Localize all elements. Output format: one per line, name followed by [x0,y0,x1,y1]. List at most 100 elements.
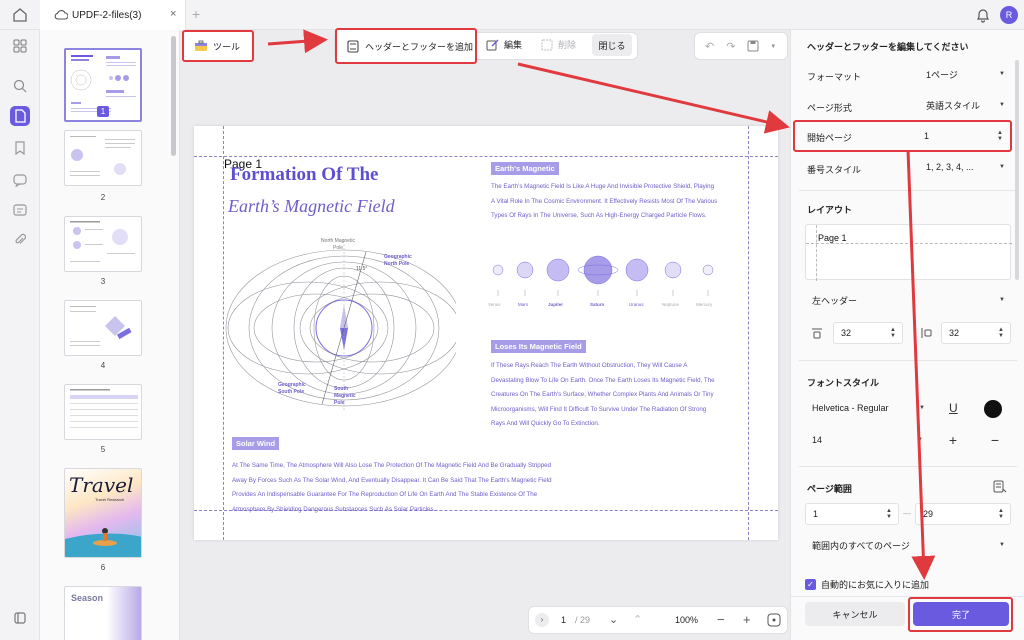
chevron-down-icon: ▼ [917,437,923,443]
font-family-value: Helvetica - Regular [812,403,889,413]
chevron-down-icon: ▼ [999,102,1005,108]
cancel-button[interactable]: キャンセル [805,602,905,626]
top-margin-icon [811,327,823,339]
comment-icon[interactable] [10,170,30,190]
delete-button[interactable]: 削除 [540,38,576,51]
range-mode-select[interactable]: 範囲内のすべてのページ▼ [805,534,1011,556]
tool-button[interactable]: ツール [182,30,254,62]
label-angle: 11.5° [356,266,367,272]
home-icon[interactable] [12,7,28,23]
redo-icon[interactable]: ↷ [726,40,735,53]
zoom-out-icon[interactable]: − [717,612,725,627]
range-to-input[interactable]: 29▲▼ [915,503,1011,525]
number-style-select[interactable]: 1, 2, 3, 4, ... ▼ [919,156,1011,178]
top-margin-input[interactable]: 32▲▼ [833,322,903,344]
label-geographic-north-pole: Geographic North Pole [384,254,424,268]
zoom-in-icon[interactable]: + [743,612,751,627]
start-page-stepper[interactable]: 1▲▼ [917,125,1009,147]
font-style-section-title: フォントスタイル [807,376,879,389]
font-family-select[interactable]: Helvetica - Regular▼ [805,397,931,419]
new-tab-icon[interactable]: + [192,6,200,22]
page-range-settings-icon[interactable] [993,480,1007,494]
edit-button[interactable]: 編集 [486,38,522,51]
start-page-value: 1 [924,131,929,141]
start-page-label: 開始ページ [807,131,852,144]
prev-page-icon[interactable]: ⌃ [633,613,642,626]
bell-icon[interactable] [976,7,990,23]
fit-page-icon[interactable] [767,613,781,627]
font-size-value: 14 [812,435,822,445]
header-footer-icon [347,40,359,53]
paragraph-2: If These Rays Reach The Earth Without Ob… [491,359,721,432]
edit-icon [486,39,500,51]
close-tab-icon[interactable]: × [170,8,176,20]
stepper-icon: ▲▼ [890,327,896,339]
section-tag-earths-magnetic: Earth's Magnetic [491,162,559,175]
save-icon[interactable] [747,40,759,52]
planet-label: Uranus [629,302,644,307]
number-style-value: 1, 2, 3, 4, ... [926,162,974,172]
range-dash: — [903,509,911,518]
current-page-input[interactable]: 1 [561,615,566,625]
page-icon[interactable] [10,106,30,126]
avatar[interactable]: R [1000,6,1018,24]
underline-button[interactable]: U [949,401,958,415]
thumbnail-number: 3 [97,276,109,287]
search-icon[interactable] [10,76,30,96]
font-size-decrease-button[interactable]: − [979,429,1011,451]
planet-label: Neptune [662,302,679,307]
add-header-footer-button[interactable]: ヘッダーとフッターを追加 [335,28,477,64]
side-margin-value: 32 [949,328,959,338]
thumbnail-page-5[interactable] [64,384,142,440]
tab-bar: UPDF-2-files(3) × + R [0,0,1024,30]
layout-section-title: レイアウト [807,203,852,216]
position-select[interactable]: 左ヘッダー▼ [805,289,1011,311]
thumbnail-season-title: Season [71,593,103,603]
chevron-down-icon: ▼ [999,164,1005,170]
document-tab[interactable]: UPDF-2-files(3) × [40,0,186,30]
next-page-icon[interactable]: ⌄ [609,613,618,626]
thumbnail-page-6[interactable]: Travel Travel Research [64,468,142,558]
thumbnail-page-4[interactable] [64,300,142,356]
kayak-illustration [65,469,142,558]
thumbnail-scrollbar[interactable] [171,36,176,156]
chevron-down-icon[interactable]: ▾ [771,42,775,50]
undo-icon[interactable]: ↶ [705,40,714,53]
page-style-value: 英語スタイル [926,99,980,112]
font-size-select[interactable]: 14 ▼ [805,429,929,451]
header-footer-panel: ヘッダーとフッターを編集してください フォーマット 1ページ▼ ページ形式 英語… [790,30,1024,640]
thumbnail-page-3[interactable] [64,216,142,272]
zoom-level[interactable]: 100% [675,615,698,625]
bookmark-icon[interactable] [10,138,30,158]
done-button[interactable]: 完了 [913,602,1009,626]
format-select[interactable]: 1ページ▼ [919,63,1011,85]
section-tag-solar-wind: Solar Wind [232,437,279,450]
auto-favorite-checkbox[interactable]: ✓ 自動的にお気に入りに追加 [805,578,929,591]
font-size-increase-button[interactable]: + [937,429,969,451]
layers-icon[interactable] [10,608,30,628]
thumbnail-panel: 1 2 3 4 5 Travel Travel Research 6 Seaso… [40,30,180,640]
text-color-swatch[interactable] [984,400,1002,418]
thumbnail-page-2[interactable] [64,130,142,186]
stepper-icon: ▲▼ [998,508,1004,520]
side-margin-input[interactable]: 32 ▲▼ [941,322,1011,344]
panel-scrollbar[interactable] [1015,60,1019,280]
page-navigation-bar: › 1 / 29 ⌄ ⌃ 100% − + [528,606,788,634]
undo-redo-toolbar: ↶ ↷ ▾ [694,32,788,60]
range-from-input[interactable]: 1▲▼ [805,503,899,525]
layout-preview[interactable]: Page 1 [805,224,1011,280]
panel-title: ヘッダーとフッターを編集してください [807,40,968,53]
stepper-icon: ▲▼ [998,327,1004,339]
form-icon[interactable] [10,200,30,220]
page-style-select[interactable]: 英語スタイル ▼ [919,94,1011,116]
grid-icon[interactable] [10,36,30,56]
chevron-right-icon[interactable]: › [535,613,549,627]
close-button[interactable]: 閉じる [592,34,632,56]
thumbnail-number: 2 [97,192,109,203]
page-range-section-title: ページ範囲 [807,482,852,495]
thumbnail-page-7[interactable]: Season [64,586,142,640]
side-margin-icon [921,327,933,339]
thumbnail-number: 5 [97,444,109,455]
thumbnail-number: 6 [97,562,109,573]
attachment-icon[interactable] [10,230,30,250]
